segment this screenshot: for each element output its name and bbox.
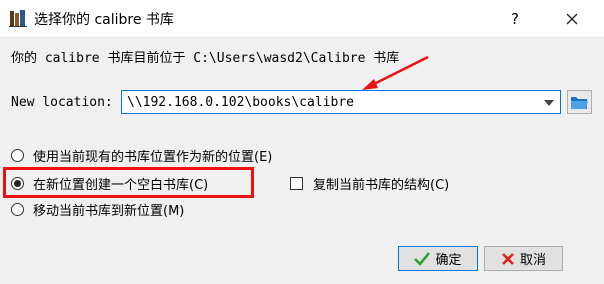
copy-structure-checkbox[interactable] [290, 176, 303, 190]
current-library-text: 你的 calibre 书库目前位于 C:\Users\wasd2\Calibre… [11, 51, 400, 66]
radio-use-existing[interactable] [11, 148, 24, 162]
option-use-existing-label: 使用当前现有的书库位置作为新的位置(E) [33, 149, 273, 165]
annotation-highlight-box [3, 167, 254, 198]
ok-button[interactable]: 确定 [398, 246, 478, 271]
browse-folder-button[interactable] [567, 90, 592, 114]
copy-structure-option[interactable]: 复制当前书库的结构(C) [290, 173, 449, 193]
cancel-x-icon [502, 252, 514, 265]
checkmark-icon [414, 251, 431, 266]
copy-structure-label: 复制当前书库的结构(C) [313, 177, 450, 193]
option-use-existing[interactable]: 使用当前现有的书库位置作为新的位置(E) [11, 145, 272, 165]
close-icon[interactable] [558, 7, 586, 31]
option-move-library-label: 移动当前书库到新位置(M) [33, 203, 185, 219]
annotation-arrow [362, 55, 429, 90]
location-combobox[interactable]: \\192.168.0.102\books\calibre [121, 90, 561, 114]
radio-move-library[interactable] [11, 202, 24, 216]
folder-icon [571, 97, 588, 109]
option-move-library[interactable]: 移动当前书库到新位置(M) [11, 199, 184, 219]
location-input[interactable]: \\192.168.0.102\books\calibre [127, 95, 354, 110]
help-button[interactable]: ? [505, 9, 525, 29]
location-label: New location: [11, 95, 113, 110]
ok-button-label: 确定 [435, 253, 462, 268]
cancel-button-label: 取消 [519, 253, 546, 268]
window-title: 选择你的 calibre 书库 [34, 12, 174, 28]
title-bar: 选择你的 calibre 书库 ? [0, 0, 604, 38]
chevron-down-icon[interactable] [544, 100, 554, 106]
calibre-books-icon [9, 10, 27, 27]
cancel-button[interactable]: 取消 [484, 246, 563, 271]
